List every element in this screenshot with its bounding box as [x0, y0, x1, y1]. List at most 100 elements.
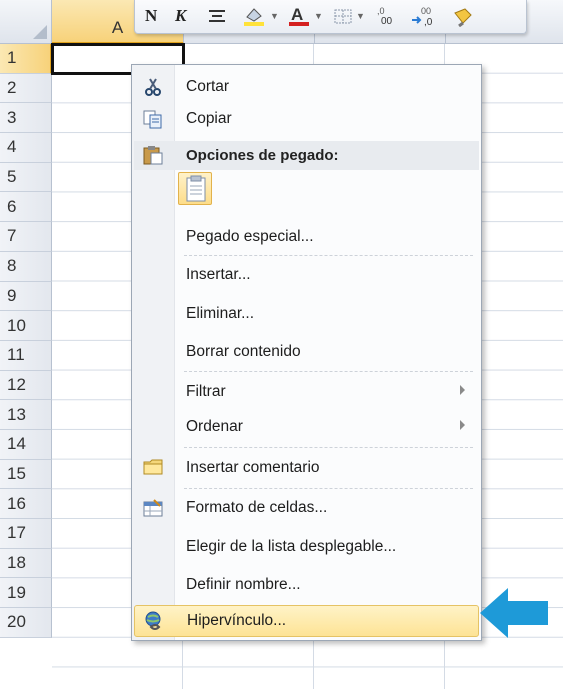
- chevron-down-icon: ▼: [356, 11, 365, 21]
- row-header[interactable]: 8: [0, 251, 52, 282]
- menu-item-paste-special[interactable]: Pegado especial...: [134, 222, 479, 252]
- row-header[interactable]: 13: [0, 400, 52, 430]
- row-header[interactable]: 7: [0, 222, 52, 252]
- row-number: 15: [7, 463, 26, 483]
- fill-color-icon: [244, 8, 264, 26]
- row-header[interactable]: 17: [0, 519, 52, 549]
- paste-button[interactable]: [178, 172, 212, 205]
- menu-item-label: Ordenar: [186, 418, 243, 435]
- fill-color-button[interactable]: ▼: [241, 4, 279, 28]
- column-label: A: [111, 18, 124, 37]
- svg-text:00: 00: [421, 6, 431, 16]
- font-color-button[interactable]: A ▼: [287, 4, 323, 28]
- row-header-column: 1 2 3 4 5 6 7 8 9 10 11 12 13 14 15 16 1…: [0, 44, 52, 638]
- svg-text:A: A: [291, 5, 303, 24]
- row-number: 5: [7, 167, 17, 187]
- borders-button[interactable]: ▼: [333, 4, 365, 28]
- align-center-icon: [209, 10, 225, 22]
- row-number: 17: [7, 523, 26, 543]
- menu-item-label: Borrar contenido: [186, 343, 301, 360]
- select-all-corner[interactable]: [0, 0, 52, 44]
- menu-item-sort[interactable]: Ordenar: [134, 412, 479, 442]
- clipboard-icon: [143, 146, 163, 165]
- select-all-icon: [33, 25, 47, 39]
- row-number: 7: [7, 226, 17, 246]
- row-number: 11: [7, 345, 25, 365]
- pointer-arrow-icon: [480, 588, 548, 638]
- row-number: 8: [7, 256, 17, 276]
- borders-icon: [334, 9, 352, 24]
- decrease-decimal-button[interactable]: ,0 00: [375, 4, 403, 28]
- svg-text:,0: ,0: [377, 6, 385, 16]
- row-header[interactable]: 1: [0, 44, 52, 74]
- hyperlink-icon: [145, 611, 161, 630]
- menu-item-label: Copiar: [186, 110, 232, 127]
- row-number: 6: [7, 196, 17, 216]
- row-number: 13: [7, 404, 26, 424]
- context-menu: Cortar Copiar Opciones de pegado: Pegado…: [131, 64, 482, 641]
- svg-text:00: 00: [381, 16, 393, 27]
- row-number: 16: [7, 493, 26, 513]
- increase-decimal-icon: 00,0: [412, 6, 433, 27]
- row-header[interactable]: 9: [0, 281, 52, 312]
- row-header[interactable]: 20: [0, 608, 52, 638]
- comment-icon: [143, 459, 163, 475]
- row-number: 2: [7, 78, 17, 98]
- menu-item-label: Eliminar...: [186, 305, 255, 322]
- row-header[interactable]: 19: [0, 578, 52, 609]
- menu-separator: [184, 488, 473, 489]
- paste-options-label: Opciones de pegado:: [186, 147, 339, 164]
- row-number: 12: [7, 374, 26, 394]
- row-header[interactable]: 14: [0, 429, 52, 460]
- row-header[interactable]: 5: [0, 162, 52, 193]
- svg-text:,0: ,0: [424, 17, 433, 27]
- menu-item-pick-from-list[interactable]: Elegir de la lista desplegable...: [134, 532, 479, 562]
- menu-item-format-cells[interactable]: Formato de celdas...: [134, 493, 479, 523]
- menu-item-label: Definir nombre...: [186, 576, 301, 593]
- menu-item-label: Hipervínculo...: [187, 612, 287, 629]
- menu-item-label: Formato de celdas...: [186, 499, 328, 516]
- menu-item-filter[interactable]: Filtrar: [134, 377, 479, 407]
- row-header[interactable]: 10: [0, 311, 52, 341]
- menu-item-cut[interactable]: Cortar: [134, 72, 479, 102]
- decrease-decimal-icon: ,000: [377, 6, 393, 27]
- row-header[interactable]: 12: [0, 370, 52, 401]
- format-cells-icon: [143, 499, 163, 517]
- submenu-arrow-icon: [460, 385, 465, 395]
- row-header[interactable]: 18: [0, 548, 52, 579]
- row-header[interactable]: 3: [0, 103, 52, 134]
- italic-button[interactable]: K: [175, 4, 186, 28]
- row-header[interactable]: 11: [0, 340, 52, 371]
- mini-toolbar: N K ▼ A ▼ ▼ ,0 00 00,0: [134, 0, 527, 34]
- chevron-down-icon: ▼: [270, 11, 279, 21]
- format-painter-button[interactable]: [451, 4, 475, 28]
- align-center-button[interactable]: [207, 4, 227, 28]
- row-number: 19: [7, 582, 26, 602]
- menu-item-label: Insertar...: [186, 266, 251, 283]
- format-painter-icon: [454, 8, 472, 27]
- menu-separator: [184, 255, 473, 256]
- row-header[interactable]: 2: [0, 73, 52, 104]
- scissors-icon: [145, 78, 161, 96]
- menu-item-label: Pegado especial...: [186, 228, 314, 245]
- menu-item-hyperlink[interactable]: Hipervínculo...: [134, 605, 479, 637]
- chevron-down-icon: ▼: [314, 11, 323, 21]
- row-header[interactable]: 4: [0, 133, 52, 163]
- menu-item-delete[interactable]: Eliminar...: [134, 299, 479, 329]
- row-header[interactable]: 6: [0, 192, 52, 223]
- row-number: 10: [7, 315, 26, 335]
- paste-options-header: Opciones de pegado:: [134, 141, 479, 170]
- increase-decimal-button[interactable]: 00,0: [411, 4, 439, 28]
- bold-button[interactable]: N: [145, 4, 157, 28]
- row-header[interactable]: 15: [0, 459, 52, 490]
- menu-separator: [184, 371, 473, 372]
- menu-item-define-name[interactable]: Definir nombre...: [134, 570, 479, 600]
- row-number: 18: [7, 553, 26, 573]
- menu-item-clear-contents[interactable]: Borrar contenido: [134, 337, 479, 367]
- row-header[interactable]: 16: [0, 489, 52, 519]
- row-number: 3: [7, 107, 17, 127]
- menu-item-insert[interactable]: Insertar...: [134, 260, 479, 290]
- menu-item-label: Filtrar: [186, 383, 226, 400]
- menu-item-insert-comment[interactable]: Insertar comentario: [134, 453, 479, 483]
- menu-item-copy[interactable]: Copiar: [134, 104, 479, 134]
